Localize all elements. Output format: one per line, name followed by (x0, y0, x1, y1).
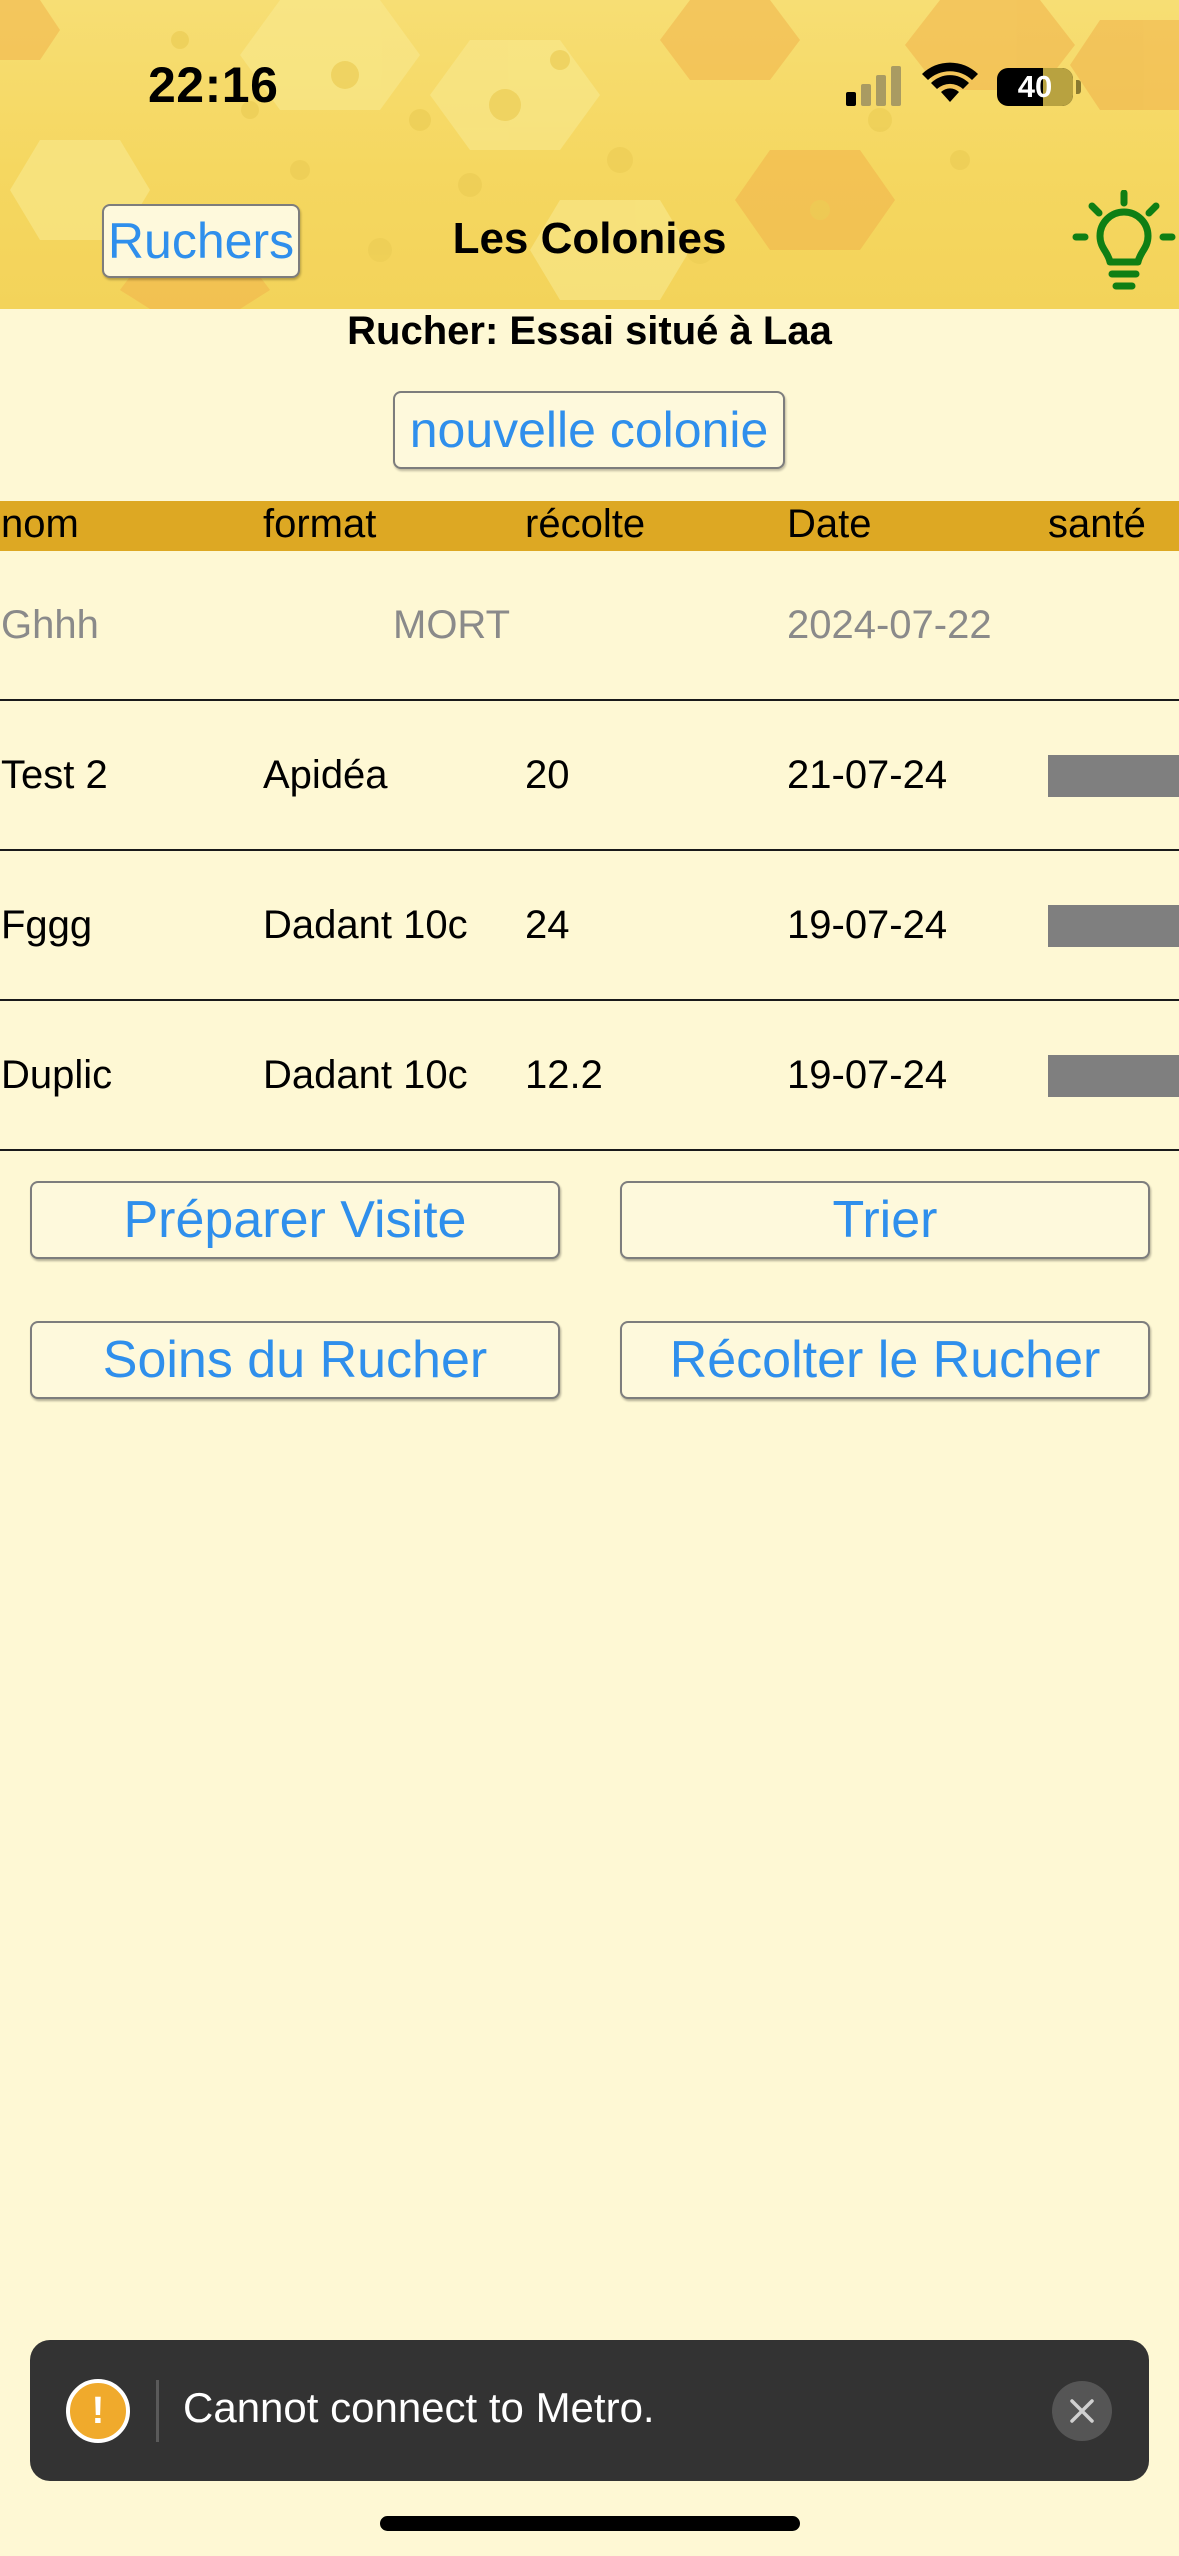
column-header-nom[interactable]: nom (1, 502, 79, 547)
colony-date: 19-07-24 (787, 903, 948, 947)
harvest-rucher-button[interactable]: Récolter le Rucher (620, 1321, 1150, 1399)
battery-level: 40 (1017, 69, 1053, 104)
colony-recolte: 12.2 (525, 1053, 603, 1097)
colony-format: Dadant 10c (263, 903, 468, 947)
cellular-signal-icon (846, 66, 901, 106)
status-time: 22:16 (148, 57, 279, 113)
rucher-care-button[interactable]: Soins du Rucher (30, 1321, 560, 1399)
prepare-visit-button[interactable]: Préparer Visite (30, 1181, 560, 1259)
colony-recolte: 24 (525, 903, 570, 947)
header: 22:16 40 Ruchers Les Colonies (0, 0, 1179, 309)
battery-cap (1076, 80, 1081, 94)
page-title: Les Colonies (452, 214, 727, 263)
table-row[interactable]: Ghhh MORT 2024-07-22 (0, 551, 1179, 701)
warning-icon: ! (66, 2379, 130, 2443)
table-header: nom format récolte Date santé (0, 501, 1179, 551)
rucher-title: Rucher: Essai situé à Laa (347, 309, 832, 353)
column-header-recolte[interactable]: récolte (525, 502, 645, 547)
toast-message: Cannot connect to Metro. (183, 2384, 655, 2431)
column-header-date[interactable]: Date (787, 502, 872, 547)
battery-icon: 40 (997, 68, 1073, 106)
health-bar (1048, 905, 1179, 947)
colony-format: Dadant 10c (263, 1053, 468, 1097)
colony-name: Duplic (1, 1053, 113, 1097)
table-row[interactable]: Duplic Dadant 10c 12.2 19-07-24 (0, 1001, 1179, 1151)
colony-date: 21-07-24 (787, 753, 948, 797)
colony-name: Ghhh (1, 603, 99, 647)
sort-button[interactable]: Trier (620, 1181, 1150, 1259)
close-icon[interactable] (1052, 2381, 1112, 2441)
health-bar (1048, 755, 1179, 797)
table-row[interactable]: Fggg Dadant 10c 24 19-07-24 (0, 851, 1179, 1001)
health-bar (1048, 1055, 1179, 1097)
column-header-format[interactable]: format (263, 502, 376, 547)
lightbulb-icon[interactable] (1072, 190, 1176, 294)
wifi-icon (922, 62, 978, 102)
colony-name: Test 2 (1, 753, 108, 797)
colony-format: Apidéa (263, 753, 388, 797)
table-row[interactable]: Test 2 Apidéa 20 21-07-24 (0, 701, 1179, 851)
toast-divider (156, 2380, 159, 2442)
colony-recolte: MORT (393, 603, 511, 647)
colony-date: 19-07-24 (787, 1053, 948, 1097)
colony-date: 2024-07-22 (787, 603, 992, 647)
error-toast[interactable]: ! Cannot connect to Metro. (30, 2340, 1149, 2481)
new-colony-button[interactable]: nouvelle colonie (393, 391, 785, 469)
column-header-sante[interactable]: santé (1048, 502, 1146, 547)
colony-name: Fggg (1, 903, 93, 947)
colony-recolte: 20 (525, 753, 570, 797)
home-indicator[interactable] (380, 2516, 800, 2531)
